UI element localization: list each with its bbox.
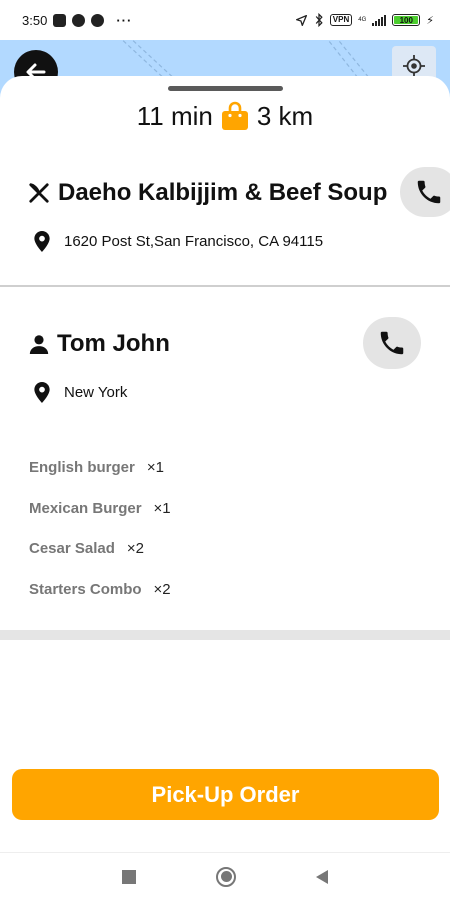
network-type: 4G (358, 17, 366, 23)
bluetooth-icon (315, 13, 323, 27)
order-item-name: Cesar Salad (29, 540, 115, 557)
section-separator (0, 630, 450, 640)
eta-time: 11 min (136, 100, 213, 131)
phone-icon (380, 331, 404, 355)
battery-level: 100 (399, 15, 413, 25)
order-item: Starters Combo ×2 (29, 581, 171, 598)
signal-icon (372, 14, 387, 26)
order-item-name: English burger (29, 459, 135, 476)
battery-icon: 100 (392, 14, 421, 26)
call-restaurant-button[interactable] (400, 167, 450, 217)
order-item: Cesar Salad ×2 (29, 540, 144, 557)
home-button[interactable] (216, 866, 236, 887)
order-item-qty: ×1 (146, 459, 164, 476)
phone-icon (417, 180, 441, 204)
drag-handle[interactable] (168, 86, 283, 91)
status-bar: 3:50 ··· VPN 4G 100 ⚡ (0, 0, 450, 40)
restaurant-address-row: 1620 Post St,San Francisco, CA 94115 (34, 231, 323, 252)
customer-location-row: New York (34, 382, 127, 403)
app-notification-icon-2 (91, 13, 105, 27)
order-item-name: Mexican Burger (29, 500, 142, 517)
recents-button[interactable] (122, 869, 136, 884)
customer-location: New York (64, 384, 128, 401)
locate-icon (403, 55, 425, 77)
customer-name: Tom John (57, 330, 170, 357)
section-divider (0, 285, 450, 287)
location-pin-icon (34, 382, 50, 403)
order-item: Mexican Burger ×1 (29, 500, 171, 517)
customer-row: Tom John (29, 330, 170, 358)
eta-distance: 3 km (256, 100, 314, 131)
app-notification-icon (72, 13, 86, 27)
location-pin-icon (34, 231, 50, 252)
restaurant-address: 1620 Post St,San Francisco, CA 94115 (64, 233, 324, 250)
system-back-button[interactable] (316, 869, 328, 884)
navigation-icon (295, 14, 307, 26)
eta-summary: 11 min 3 km (0, 100, 450, 132)
order-item-name: Starters Combo (29, 581, 142, 598)
restaurant-name: Daeho Kalbijjim & Beef Soup (58, 179, 388, 206)
person-icon (29, 335, 49, 354)
restaurant-row: Daeho Kalbijjim & Beef Soup (28, 179, 387, 207)
pickup-order-button[interactable]: Pick-Up Order (12, 769, 439, 820)
more-notifications-icon: ··· (116, 12, 133, 28)
vpn-badge: VPN (329, 14, 353, 26)
order-details-sheet: 11 min 3 km Daeho Kalbijjim & Beef Soup … (0, 76, 450, 900)
order-item-qty: ×1 (153, 500, 171, 517)
bag-icon (221, 101, 248, 130)
utensils-icon (29, 183, 49, 203)
order-item: English burger ×1 (29, 459, 164, 476)
order-item-qty: ×2 (126, 540, 144, 557)
system-nav-bar (0, 852, 450, 900)
call-customer-button[interactable] (363, 317, 421, 369)
news-notification-icon (53, 13, 67, 27)
order-item-qty: ×2 (153, 581, 171, 598)
network-label: 4G (358, 17, 367, 23)
charging-icon: ⚡ (426, 14, 434, 27)
status-time: 3:50 (22, 12, 48, 28)
